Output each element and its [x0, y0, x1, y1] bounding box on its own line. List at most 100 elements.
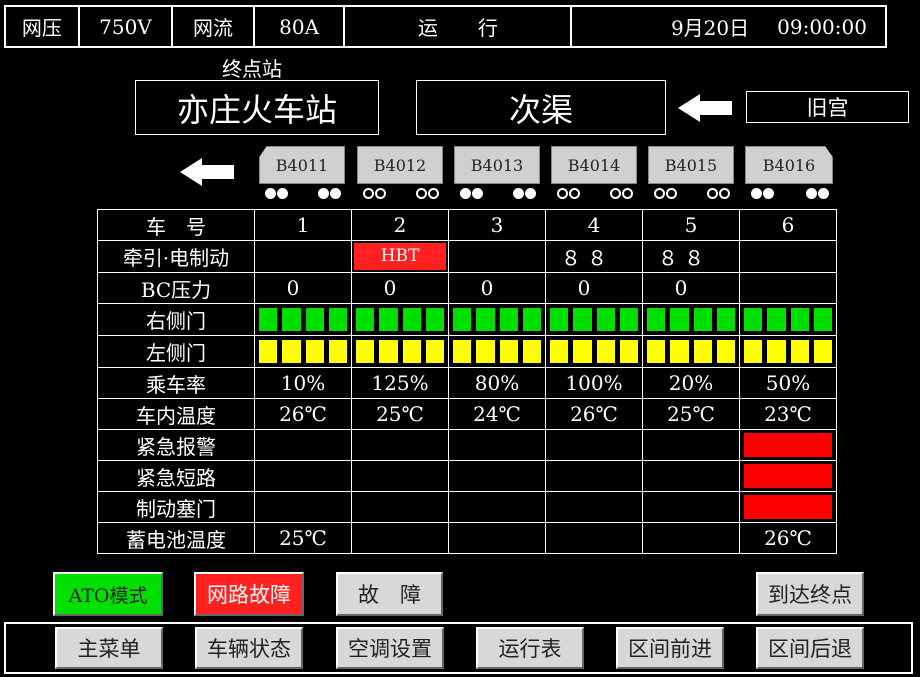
door-group: [352, 307, 448, 332]
car-4: B4014: [551, 146, 637, 184]
alarm-indicator: [744, 433, 832, 457]
datetime: 9月20日 09:00:00: [572, 7, 885, 46]
door-group: [255, 339, 351, 364]
voltage-label: 网压: [6, 7, 80, 46]
door-cell: [254, 335, 352, 368]
door-indicator: [669, 339, 690, 364]
car-no-cell: 3: [448, 209, 546, 241]
direction-arrow-icon: [678, 94, 732, 122]
door-cell: [545, 303, 643, 336]
temp-cell: 25℃: [351, 398, 449, 430]
door-indicator: [378, 339, 399, 364]
door-group: [255, 307, 351, 332]
wheel-icon: [622, 188, 633, 199]
door-indicator: [424, 307, 445, 332]
table-row-left-door: 左侧门: [97, 335, 837, 368]
traction-cell: [254, 240, 352, 273]
load-cell: 100%: [545, 367, 643, 399]
door-indicator: [498, 339, 519, 364]
wheel-icon: [666, 188, 677, 199]
door-indicator: [378, 307, 399, 332]
temp-cell: 26℃: [545, 398, 643, 430]
table-row-bc: BC压力 0 0 0 0 0: [97, 272, 837, 304]
current-value: 80A: [255, 7, 346, 46]
bc-cell: 0: [642, 272, 740, 304]
door-indicator: [355, 339, 376, 364]
bc-cell: 0: [351, 272, 449, 304]
door-group: [643, 339, 739, 364]
traction-cell: [739, 240, 837, 273]
fault-button[interactable]: 故 障: [336, 572, 443, 616]
wheel-icon: [569, 188, 580, 199]
door-indicator: [618, 307, 639, 332]
table-row-temp: 车内温度 26℃ 25℃ 24℃ 26℃ 25℃ 23℃: [97, 398, 837, 430]
temp-cell: 25℃: [642, 398, 740, 430]
door-indicator: [743, 307, 764, 332]
main-menu-button[interactable]: 主菜单: [55, 627, 163, 669]
temp-cell: 24℃: [448, 398, 546, 430]
door-indicator: [549, 339, 570, 364]
door-indicator: [521, 307, 542, 332]
door-group: [740, 339, 836, 364]
timetable-button[interactable]: 运行表: [476, 627, 584, 669]
traction-cell: ８ ８: [642, 240, 740, 273]
door-indicator: [595, 307, 616, 332]
table-row-emergency-alarm: 紧急报警: [97, 429, 837, 461]
door-indicator: [452, 339, 473, 364]
alarm-indicator: [744, 495, 832, 519]
wheel-icon: [513, 188, 524, 199]
car-no-cell: 1: [254, 209, 352, 241]
row-label: 紧急短路: [97, 460, 255, 492]
door-group: [449, 339, 545, 364]
door-indicator: [715, 307, 736, 332]
table-row-brake-cutout: 制动塞门: [97, 491, 837, 523]
row-label: 乘车率: [97, 367, 255, 399]
door-indicator: [789, 307, 810, 332]
current-label: 网流: [173, 7, 255, 46]
door-indicator: [304, 339, 325, 364]
door-indicator: [692, 307, 713, 332]
wheel-icon: [472, 188, 483, 199]
door-group: [643, 307, 739, 332]
wheel-icon: [719, 188, 730, 199]
ac-settings-button[interactable]: 空调设置: [336, 627, 444, 669]
load-cell: 10%: [254, 367, 352, 399]
row-label: 蓄电池温度: [97, 522, 255, 554]
load-cell: 80%: [448, 367, 546, 399]
door-indicator: [327, 339, 348, 364]
door-cell: [545, 335, 643, 368]
door-indicator: [766, 339, 787, 364]
hbt-badge: HBT: [354, 243, 446, 270]
door-indicator: [498, 307, 519, 332]
temp-cell: 26℃: [254, 398, 352, 430]
time: 09:00:00: [777, 14, 867, 39]
train-direction-arrow-icon: [180, 158, 234, 186]
door-cell: [448, 303, 546, 336]
door-group: [546, 339, 642, 364]
wheel-icon: [363, 188, 374, 199]
row-label: 车内温度: [97, 398, 255, 430]
network-fault-button[interactable]: 网路故障: [194, 572, 304, 616]
row-label: 车 号: [97, 209, 255, 241]
ato-mode-button[interactable]: ATO模式: [53, 572, 163, 616]
wheel-icon: [557, 188, 568, 199]
battery-temp-cell: 26℃: [739, 522, 837, 554]
door-group: [546, 307, 642, 332]
row-label: 左侧门: [97, 335, 255, 368]
terminal-station: 亦庄火车站: [135, 80, 379, 135]
door-indicator: [572, 307, 593, 332]
previous-station: 旧宫: [746, 91, 909, 123]
door-indicator: [475, 307, 496, 332]
arrive-terminal-button[interactable]: 到达终点: [756, 572, 864, 616]
door-indicator: [258, 307, 279, 332]
section-backward-button[interactable]: 区间后退: [756, 627, 864, 669]
car-status-table: 车 号 1 2 3 4 5 6 牵引·电制动 HBT ８ ８ ８ ８ BC压力 …: [97, 209, 837, 554]
battery-temp-cell: [642, 522, 740, 554]
door-indicator: [521, 339, 542, 364]
wheel-icon: [330, 188, 341, 199]
vehicle-status-button[interactable]: 车辆状态: [195, 627, 303, 669]
car-3: B4013: [454, 146, 540, 184]
door-cell: [448, 335, 546, 368]
section-forward-button[interactable]: 区间前进: [616, 627, 724, 669]
wheel-icon: [375, 188, 386, 199]
